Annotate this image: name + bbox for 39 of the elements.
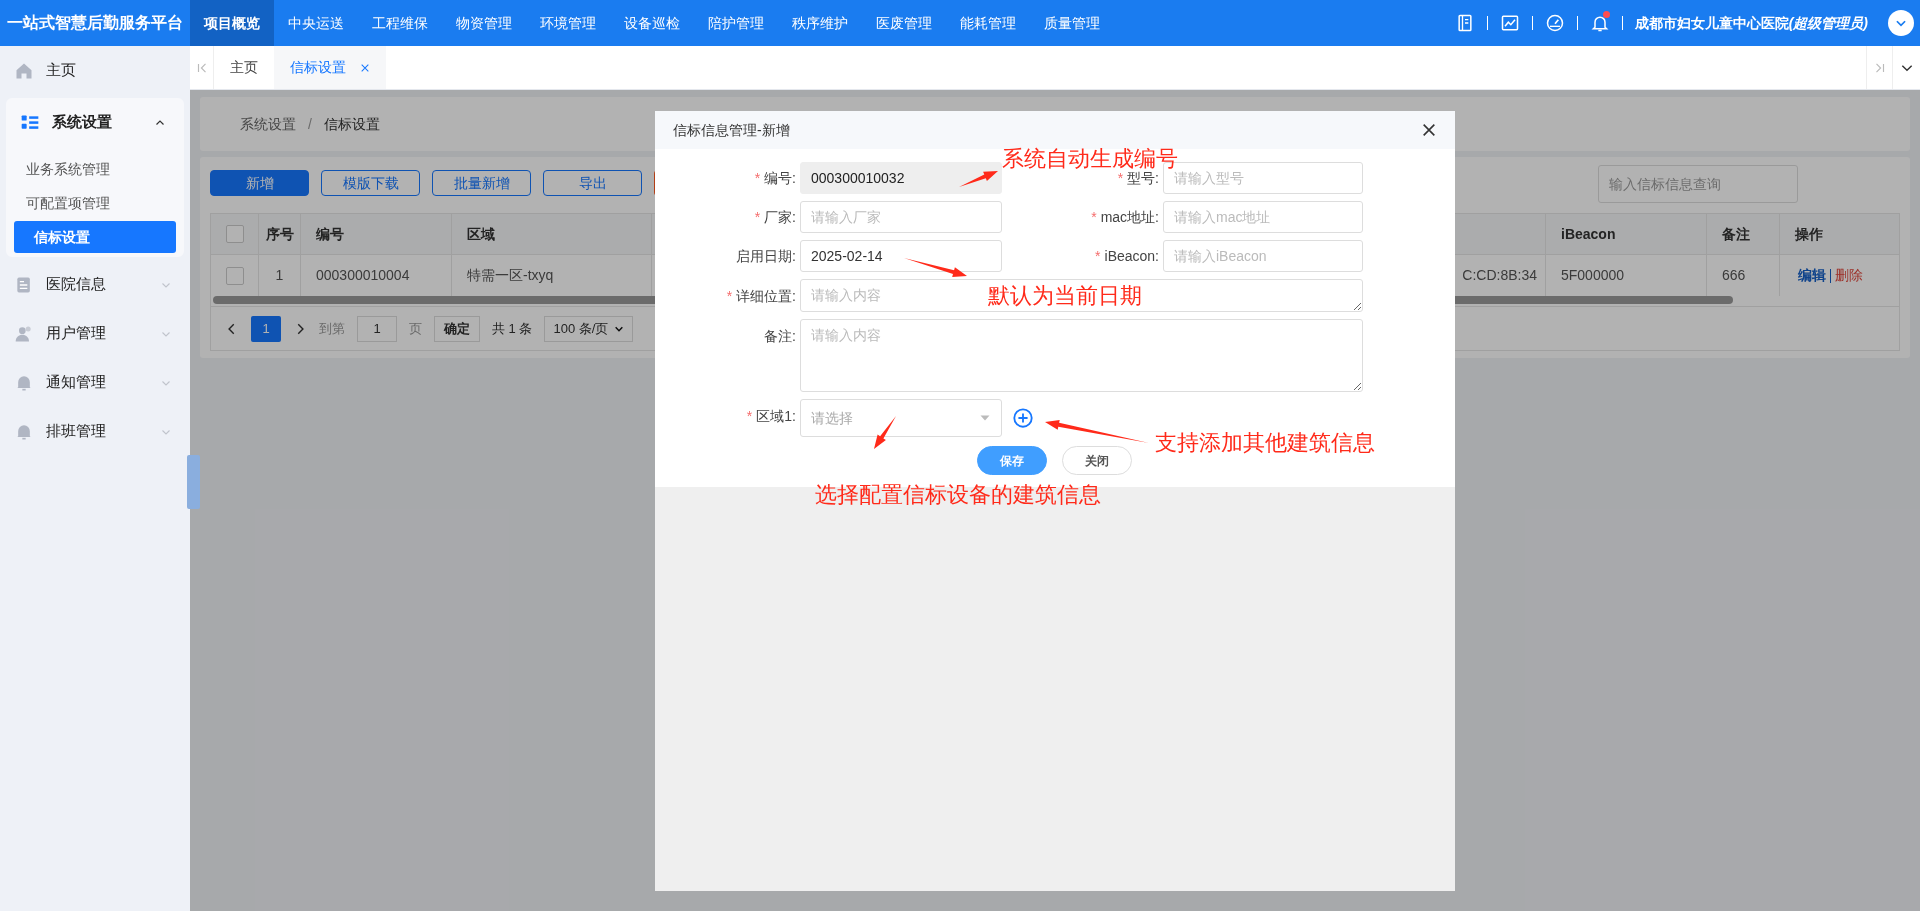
page-unit: 页 — [409, 319, 422, 338]
required-asterisk: * — [1117, 169, 1124, 186]
annotation-text: 支持添加其他建筑信息 — [1155, 432, 1375, 454]
dialog-title: 信标信息管理-新增 — [673, 120, 790, 140]
table-cell-text: 特需一区-txyq — [467, 266, 554, 285]
required-asterisk: * — [1091, 208, 1097, 225]
table-cell-text: C:CD:8B:34 — [1462, 266, 1537, 285]
column-header: iBeacon — [1561, 224, 1616, 244]
user-role: (超级管理员) — [1788, 13, 1868, 33]
field-label: mac地址: — [1100, 208, 1159, 225]
total-count: 共 1 条 — [492, 319, 533, 338]
table-cell-text: 1 — [275, 266, 284, 285]
field-label: iBeacon: — [1104, 247, 1159, 264]
field-label: 详细位置: — [736, 288, 796, 304]
field-label: 厂家: — [764, 208, 796, 225]
required-asterisk: * — [754, 169, 761, 186]
table-cell-text: 5F000000 — [1561, 266, 1625, 285]
app-title: 一站式智慧后勤服务平台 — [6, 13, 184, 33]
breadcrumb-item: 信标设置 — [323, 114, 380, 134]
goto-label: 到第 — [319, 319, 345, 338]
field-label: 编号: — [764, 169, 796, 186]
field-label: 启用日期: — [736, 247, 796, 264]
table-cell-text: 666 — [1722, 266, 1746, 285]
required-asterisk: * — [726, 288, 733, 304]
column-header: 操作 — [1795, 224, 1823, 244]
field-label: 型号: — [1127, 169, 1159, 186]
column-header: 序号 — [265, 224, 294, 244]
breadcrumb-separator: / — [308, 114, 312, 134]
required-asterisk: * — [1095, 247, 1101, 264]
table-cell-text: 000300010004 — [316, 266, 410, 285]
annotation-text: 默认为当前日期 — [988, 285, 1142, 307]
annotation-text: 选择配置信标设备的建筑信息 — [815, 484, 1101, 506]
column-header: 编号 — [316, 224, 344, 244]
required-asterisk: * — [754, 208, 761, 225]
required-asterisk: * — [746, 408, 753, 424]
field-label: 备注: — [764, 328, 796, 344]
column-header: 区域 — [467, 224, 495, 244]
field-label: 区域1: — [756, 408, 796, 424]
column-header: 备注 — [1722, 224, 1750, 244]
